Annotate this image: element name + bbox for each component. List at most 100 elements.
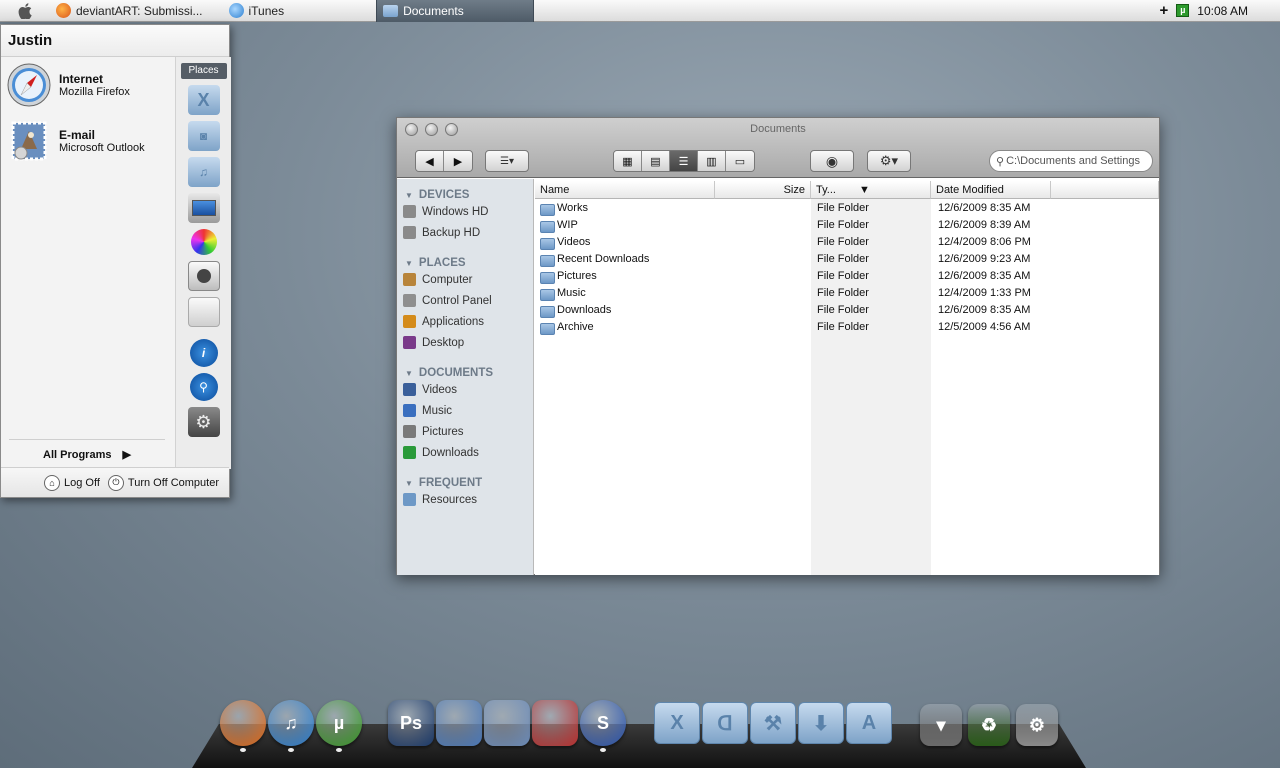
log-off-button[interactable]: ⌂ Log Off <box>44 474 100 491</box>
utorrent-tray-icon[interactable]: µ <box>1176 4 1190 17</box>
taskbar-item-itunes[interactable]: iTunes <box>223 0 291 22</box>
sidebar-item-music[interactable]: Music <box>397 400 533 421</box>
table-row[interactable]: Archive File Folder 12/5/2009 4:56 AM <box>535 320 1155 337</box>
color-tools-icon[interactable] <box>190 229 217 255</box>
sidebar-item-backup-hd[interactable]: Backup HD <box>397 222 533 243</box>
system-tray: + µ 10:08 AM <box>1160 2 1280 19</box>
table-row[interactable]: Music File Folder 12/4/2009 1:33 PM <box>535 286 1155 303</box>
printer-icon[interactable] <box>187 297 220 327</box>
music-folder-icon[interactable]: ♫ <box>187 157 220 187</box>
dock-deviantart-folder-icon[interactable]: ᗡ <box>702 702 748 744</box>
sidebar-item-downloads[interactable]: Downloads <box>397 442 533 463</box>
info-icon[interactable]: i <box>189 339 218 367</box>
sidebar-section-header[interactable]: ▼ DEVICES <box>397 189 533 201</box>
dock-firefox-icon[interactable] <box>220 700 266 746</box>
disclosure-triangle-icon[interactable]: ▼ <box>405 191 413 200</box>
table-row[interactable]: Pictures File Folder 12/6/2009 8:35 AM <box>535 269 1155 286</box>
all-programs-button[interactable]: All Programs ▶ <box>9 439 165 461</box>
dock-system-preferences-icon[interactable]: ⚙ <box>1016 704 1058 746</box>
log-off-label: Log Off <box>64 476 100 489</box>
file-date-modified: 12/6/2009 8:35 AM <box>938 270 1031 282</box>
sidebar-section-header[interactable]: ▼ DOCUMENTS <box>397 367 533 379</box>
table-row[interactable]: WIP File Folder 12/6/2009 8:39 AM <box>535 218 1155 235</box>
dock-photoshop-icon[interactable]: Ps <box>388 700 434 746</box>
list-view-button[interactable]: ☰ <box>670 151 698 171</box>
icon-view-button[interactable]: ▦ <box>614 151 642 171</box>
column-header-date[interactable]: Date Modified <box>931 181 1051 199</box>
start-menu-programs: Internet Mozilla Firefox E-mail Microsof… <box>1 57 175 469</box>
resources-icon <box>403 493 416 506</box>
apple-menu-icon[interactable] <box>0 0 50 22</box>
arrange-menu-button[interactable]: ☰▾ <box>485 150 529 172</box>
dock-x-folder-icon[interactable]: X <box>654 702 700 744</box>
dock-tools-folder-icon[interactable]: ⚒ <box>750 702 796 744</box>
file-date-modified: 12/6/2009 9:23 AM <box>938 253 1031 265</box>
monitor-icon[interactable] <box>187 193 220 223</box>
turn-off-button[interactable]: ⏻ Turn Off Computer <box>107 474 219 491</box>
back-button[interactable]: ◀ <box>416 151 444 171</box>
disclosure-triangle-icon[interactable]: ▼ <box>405 369 413 378</box>
folder-icon <box>540 272 555 284</box>
taskbar-item-documents[interactable]: Documents <box>376 0 535 22</box>
quick-look-button[interactable]: ◉ <box>810 150 854 172</box>
x-folder-icon[interactable]: X <box>187 85 220 115</box>
pictures-folder-icon[interactable]: ◙ <box>187 121 220 151</box>
table-row[interactable]: Videos File Folder 12/4/2009 8:06 PM <box>535 235 1155 252</box>
search-field[interactable]: ⚲ C:\Documents and Settings <box>989 150 1153 172</box>
column-view-button[interactable]: ▥ <box>698 151 726 171</box>
dock-eject-icon[interactable]: ▾ <box>920 704 962 746</box>
table-row[interactable]: Works File Folder 12/6/2009 8:35 AM <box>535 201 1155 218</box>
firefox-icon <box>56 3 71 18</box>
all-programs-label: All Programs <box>43 449 112 461</box>
videos-icon <box>403 383 416 396</box>
disclosure-triangle-icon[interactable]: ▼ <box>405 259 413 268</box>
column-header-type[interactable]: Ty... ▼ <box>811 181 931 199</box>
column-header-name[interactable]: Name <box>535 181 715 199</box>
sidebar-item-pictures[interactable]: Pictures <box>397 421 533 442</box>
sidebar-item-resources[interactable]: Resources <box>397 489 533 510</box>
sidebar-section-header[interactable]: ▼ PLACES <box>397 257 533 269</box>
dock-book-icon[interactable] <box>532 700 578 746</box>
dock-s-app-icon[interactable]: S <box>580 700 626 746</box>
file-date-modified: 12/6/2009 8:35 AM <box>938 202 1031 214</box>
dock-itunes-icon[interactable]: ♫ <box>268 700 314 746</box>
coverflow-view-button[interactable]: ▭ <box>726 151 754 171</box>
sidebar-item-videos[interactable]: Videos <box>397 379 533 400</box>
dock-utorrent-icon[interactable]: µ <box>316 700 362 746</box>
dock-paint-brush-icon[interactable] <box>436 700 482 746</box>
column-header-size[interactable]: Size <box>715 181 811 199</box>
settings-icon[interactable]: ⚙ <box>187 407 220 437</box>
action-menu-button[interactable]: ⚙▾ <box>867 150 911 172</box>
sidebar-item-label: Pictures <box>422 425 464 438</box>
pinned-internet[interactable]: Internet Mozilla Firefox <box>1 57 175 113</box>
sidebar-section-header[interactable]: ▼ FREQUENT <box>397 477 533 489</box>
table-row[interactable]: Recent Downloads File Folder 12/6/2009 9:2… <box>535 252 1155 269</box>
dock-recycle-bin-icon[interactable]: ♻ <box>968 704 1010 746</box>
gear-icon: ⚙▾ <box>879 153 899 168</box>
taskbar-item-deviantart[interactable]: deviantART: Submissi... <box>50 0 209 22</box>
dock-applications-folder-icon[interactable]: A <box>846 702 892 744</box>
pinned-email[interactable]: E-mail Microsoft Outlook <box>1 113 175 169</box>
forward-button[interactable]: ▶ <box>444 151 472 171</box>
sidebar-item-label: Computer <box>422 273 473 286</box>
disclosure-triangle-icon[interactable]: ▼ <box>405 479 413 488</box>
add-icon[interactable]: + <box>1160 2 1169 19</box>
dock-presentation-icon[interactable] <box>484 700 530 746</box>
detail-view-button[interactable]: ▤ <box>642 151 670 171</box>
pinned-subtitle: Mozilla Firefox <box>59 86 130 98</box>
sidebar-item-applications[interactable]: Applications <box>397 311 533 332</box>
pictures-icon <box>403 425 416 438</box>
file-date-modified: 12/6/2009 8:35 AM <box>938 304 1031 316</box>
computer-icon <box>403 273 416 286</box>
sidebar-item-windows-hd[interactable]: Windows HD <box>397 201 533 222</box>
dock-downloads-folder-icon[interactable]: ⬇ <box>798 702 844 744</box>
search-icon[interactable]: ⚲ <box>189 373 218 401</box>
back-forward-control: ◀ ▶ <box>415 150 473 172</box>
finder-sidebar: ▼ DEVICES Windows HD Backup HD ▼ PLACES Comput… <box>397 179 534 575</box>
sidebar-section-label: DEVICES <box>418 189 470 201</box>
speaker-icon[interactable] <box>187 261 220 291</box>
sidebar-item-control-panel[interactable]: Control Panel <box>397 290 533 311</box>
sidebar-item-desktop[interactable]: Desktop <box>397 332 533 353</box>
table-row[interactable]: Downloads File Folder 12/6/2009 8:35 AM <box>535 303 1155 320</box>
sidebar-item-computer[interactable]: Computer <box>397 269 533 290</box>
